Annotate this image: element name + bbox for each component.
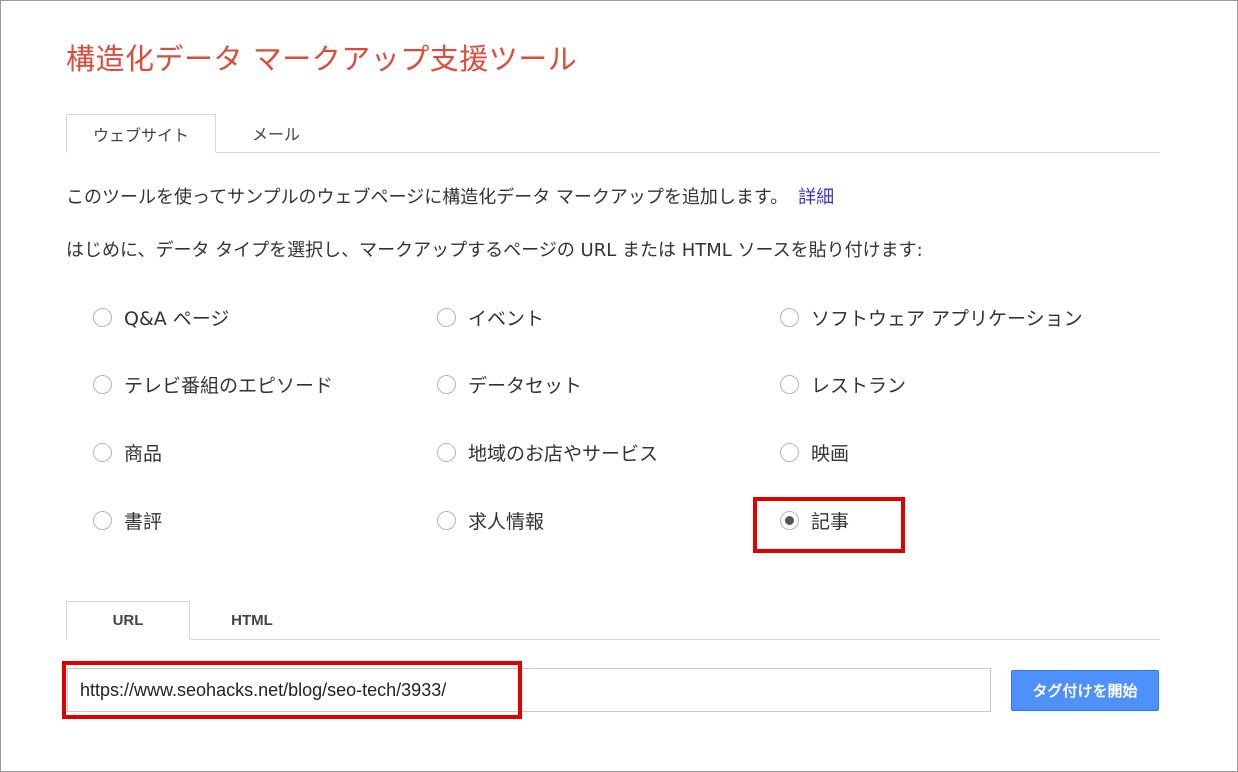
option-label: 記事 xyxy=(811,511,850,533)
option-job-posting[interactable]: 求人情報 xyxy=(437,507,544,534)
option-restaurant[interactable]: レストラン xyxy=(780,371,906,398)
description-line-2: はじめに、データ タイプを選択し、マークアップするページの URL または HT… xyxy=(66,240,923,261)
option-label: レストラン xyxy=(811,375,907,397)
radio-button[interactable] xyxy=(780,375,799,394)
option-label: 書評 xyxy=(124,511,163,533)
option-label: テレビ番組のエピソード xyxy=(124,375,334,397)
option-local-business[interactable]: 地域のお店やサービス xyxy=(437,439,658,466)
radio-button[interactable] xyxy=(93,375,112,394)
option-software-application[interactable]: ソフトウェア アプリケーション xyxy=(780,304,1083,331)
option-label: 映画 xyxy=(811,443,850,465)
option-label: データセット xyxy=(468,375,583,397)
option-label: 商品 xyxy=(124,443,163,465)
start-tagging-button[interactable]: タグ付けを開始 xyxy=(1011,670,1159,711)
option-label: Q&A ページ xyxy=(124,308,230,330)
radio-button[interactable] xyxy=(437,443,456,462)
radio-button[interactable] xyxy=(780,443,799,462)
option-book-review[interactable]: 書評 xyxy=(93,507,162,534)
radio-button[interactable] xyxy=(437,511,456,530)
option-dataset[interactable]: データセット xyxy=(437,371,582,398)
details-link[interactable]: 詳細 xyxy=(798,187,834,208)
description-text: このツールを使ってサンプルのウェブページに構造化データ マークアップを追加します… xyxy=(66,187,789,208)
top-tab-bar: ウェブサイト メール xyxy=(66,114,1160,153)
page-title: 構造化データ マークアップ支援ツール xyxy=(66,42,578,76)
option-tv-episode[interactable]: テレビ番組のエピソード xyxy=(93,371,333,398)
tab-html[interactable]: HTML xyxy=(190,601,314,639)
radio-button[interactable] xyxy=(437,375,456,394)
tab-url[interactable]: URL xyxy=(66,601,190,640)
radio-button[interactable] xyxy=(93,443,112,462)
option-product[interactable]: 商品 xyxy=(93,439,162,466)
option-label: イベント xyxy=(468,308,545,330)
source-tab-bar: URL HTML xyxy=(66,601,1160,640)
url-input[interactable] xyxy=(67,668,991,712)
option-label: ソフトウェア アプリケーション xyxy=(811,308,1083,330)
radio-button[interactable] xyxy=(93,308,112,327)
radio-button[interactable] xyxy=(93,511,112,530)
description-line-1: このツールを使ってサンプルのウェブページに構造化データ マークアップを追加します… xyxy=(66,183,834,209)
option-movie[interactable]: 映画 xyxy=(780,439,849,466)
radio-button[interactable] xyxy=(437,308,456,327)
radio-button-selected[interactable] xyxy=(780,511,799,530)
option-label: 地域のお店やサービス xyxy=(468,443,659,465)
option-event[interactable]: イベント xyxy=(437,304,544,331)
option-article[interactable]: 記事 xyxy=(780,507,849,534)
option-label: 求人情報 xyxy=(468,511,545,533)
radio-button[interactable] xyxy=(780,308,799,327)
option-qa-page[interactable]: Q&A ページ xyxy=(93,304,229,331)
tab-email[interactable]: メール xyxy=(216,114,336,152)
tab-website[interactable]: ウェブサイト xyxy=(66,114,216,153)
